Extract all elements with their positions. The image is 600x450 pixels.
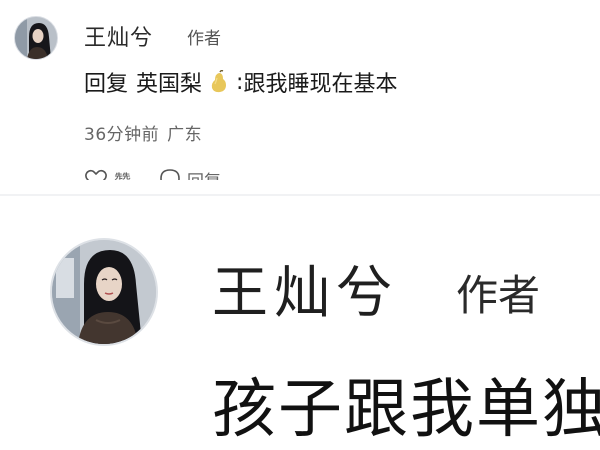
author-badge: 作者 (187, 29, 221, 49)
comment-text-zoomed: 孩子跟我单独 (212, 373, 600, 447)
reply-label: 回复 (187, 167, 221, 181)
pear-icon (208, 69, 230, 94)
comment-text: 回复 英国梨 : 跟我睡现在基本 (84, 66, 397, 98)
heart-icon (85, 169, 107, 180)
comment-bubble-icon (160, 169, 180, 180)
author-name[interactable]: 王灿兮 (84, 20, 153, 52)
avatar-zoomed[interactable] (50, 238, 158, 346)
comment-card: 王灿兮 作者 回复 英国梨 : 跟我睡现在基本 36分钟前广东 赞 回复 (0, 0, 600, 180)
avatar[interactable] (14, 16, 58, 60)
comment-actions: 赞 回复 (84, 164, 221, 180)
reply-prefix: 回复 (84, 72, 129, 97)
divider (0, 194, 600, 196)
reply-colon: : (236, 69, 244, 95)
comment-time: 36分钟前 (84, 125, 160, 145)
author-name-zoomed[interactable]: 王灿兮 (212, 248, 398, 329)
like-button[interactable]: 赞 (84, 167, 131, 181)
comment-meta: 36分钟前 广东 (84, 120, 202, 145)
comment-location: 广东 (167, 125, 203, 145)
reply-body: 跟我睡现在基本 (243, 72, 398, 97)
avatar-image (52, 240, 156, 344)
author-badge-zoomed: 作者 (456, 271, 541, 320)
reply-target-user[interactable]: 英国梨 (136, 66, 202, 98)
reply-button[interactable]: 回复 (159, 167, 221, 181)
like-label: 赞 (114, 167, 131, 181)
avatar-image (15, 17, 57, 59)
